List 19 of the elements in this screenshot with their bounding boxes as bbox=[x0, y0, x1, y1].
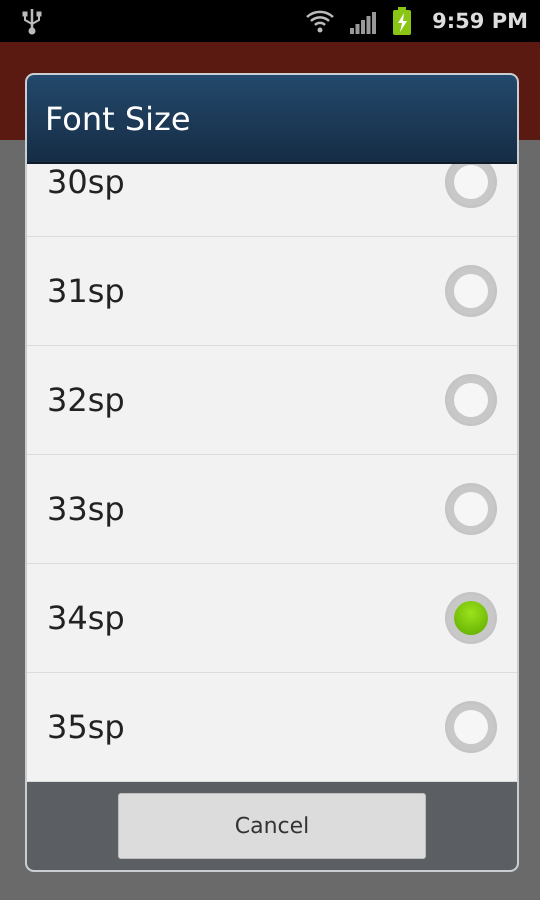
wifi-icon bbox=[304, 8, 336, 34]
option-row[interactable]: 30sp bbox=[27, 164, 517, 237]
option-label: 35sp bbox=[47, 708, 125, 746]
radio-button[interactable] bbox=[445, 483, 497, 535]
option-label: 30sp bbox=[47, 164, 125, 201]
usb-icon bbox=[22, 7, 42, 35]
radio-button[interactable] bbox=[445, 701, 497, 753]
radio-button[interactable] bbox=[445, 374, 497, 426]
radio-button[interactable] bbox=[445, 265, 497, 317]
radio-button[interactable] bbox=[445, 592, 497, 644]
option-label: 32sp bbox=[47, 381, 125, 419]
status-time: 9:59 PM bbox=[432, 9, 528, 33]
radio-button[interactable] bbox=[445, 164, 497, 208]
charging-battery-icon bbox=[392, 7, 412, 35]
dialog-title: Font Size bbox=[45, 100, 191, 138]
option-label: 31sp bbox=[47, 272, 125, 310]
cancel-button[interactable]: Cancel bbox=[118, 793, 426, 859]
option-label: 34sp bbox=[47, 599, 125, 637]
option-label: 33sp bbox=[47, 490, 125, 528]
